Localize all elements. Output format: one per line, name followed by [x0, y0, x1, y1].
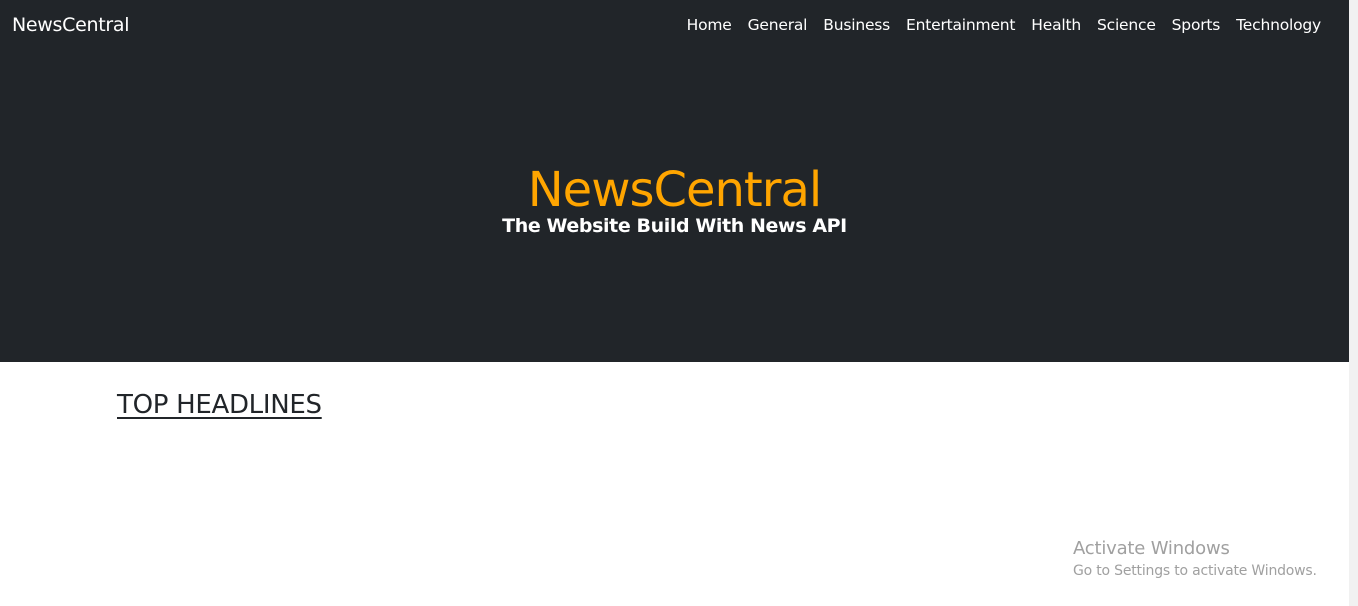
page-scrollbar[interactable]	[1349, 0, 1358, 606]
nav-link-sports[interactable]: Sports	[1164, 14, 1229, 36]
nav-link-business[interactable]: Business	[815, 14, 898, 36]
nav-item-sports: Sports	[1164, 14, 1229, 36]
nav-item-home: Home	[679, 14, 740, 36]
nav-link-science[interactable]: Science	[1089, 14, 1164, 36]
hero-subtitle: The Website Build With News API	[502, 215, 847, 237]
nav-menu: Home General Business Entertainment Heal…	[679, 14, 1329, 36]
top-headlines-heading: TOP HEADLINES	[117, 390, 322, 420]
watermark-subtitle: Go to Settings to activate Windows.	[1073, 563, 1317, 579]
nav-item-entertainment: Entertainment	[898, 14, 1023, 36]
nav-link-entertainment[interactable]: Entertainment	[898, 14, 1023, 36]
page: NewsCentral Home General Business Entert…	[0, 0, 1358, 606]
nav-item-health: Health	[1023, 14, 1089, 36]
nav-item-technology: Technology	[1228, 14, 1329, 36]
hero-section: NewsCentral The Website Build With News …	[0, 150, 1349, 240]
nav-item-science: Science	[1089, 14, 1164, 36]
watermark-title: Activate Windows	[1073, 538, 1230, 559]
nav-link-general[interactable]: General	[740, 14, 816, 36]
nav-item-business: Business	[815, 14, 898, 36]
nav-link-health[interactable]: Health	[1023, 14, 1089, 36]
brand-link[interactable]: NewsCentral	[12, 13, 130, 37]
nav-link-home[interactable]: Home	[679, 14, 740, 36]
navbar: NewsCentral Home General Business Entert…	[0, 0, 1349, 50]
header: NewsCentral Home General Business Entert…	[0, 0, 1349, 362]
nav-link-technology[interactable]: Technology	[1228, 14, 1329, 36]
nav-item-general: General	[740, 14, 816, 36]
windows-activation-watermark: Activate Windows Go to Settings to activ…	[1073, 538, 1317, 582]
